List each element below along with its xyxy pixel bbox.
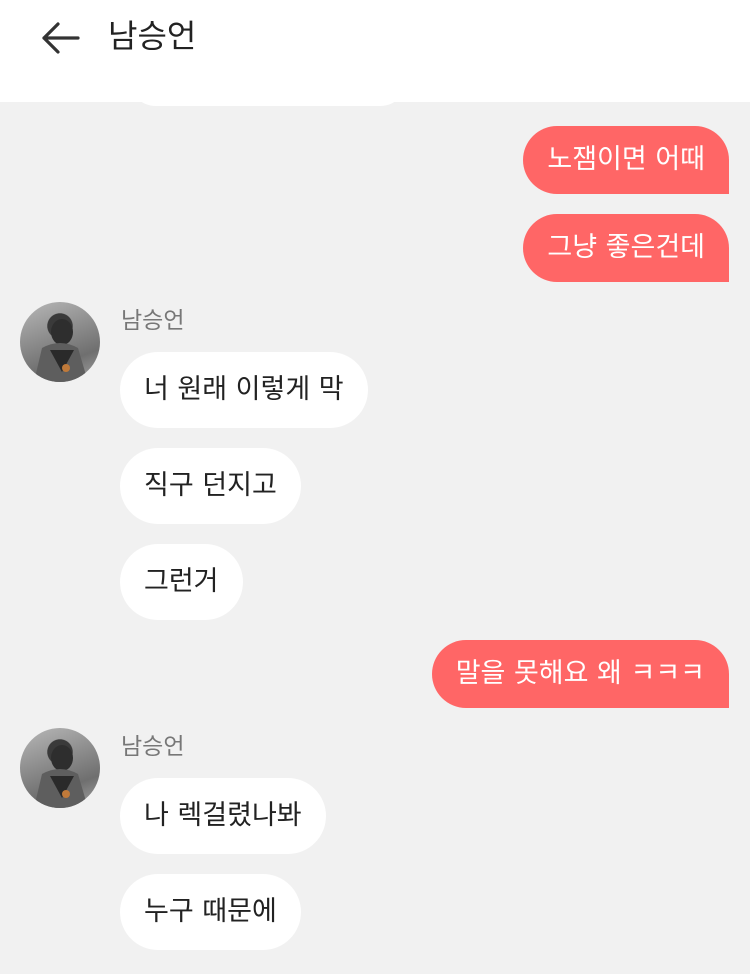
- sender-name: 남승언: [121, 734, 185, 760]
- arrow-left-icon: [42, 22, 80, 54]
- back-button[interactable]: [36, 18, 84, 58]
- incoming-message[interactable]: 누구 때문에: [120, 874, 301, 950]
- outgoing-message[interactable]: 그냥 좋은건데: [523, 214, 729, 282]
- incoming-message[interactable]: 너 원래 이렇게 막: [120, 352, 368, 428]
- incoming-message[interactable]: 그런거: [120, 544, 243, 620]
- chat-header: 남승언: [0, 0, 750, 102]
- outgoing-message[interactable]: 노잼이면 어때: [523, 126, 729, 194]
- avatar[interactable]: [20, 302, 100, 382]
- avatar[interactable]: [20, 728, 100, 808]
- sender-name: 남승언: [121, 308, 185, 334]
- profile-photo-icon: [34, 745, 88, 808]
- profile-photo-icon: [34, 319, 88, 382]
- incoming-message[interactable]: 직구 던지고: [120, 448, 301, 524]
- outgoing-message[interactable]: 말을 못해요 왜 ㅋㅋㅋ: [431, 640, 729, 708]
- page-title: 남승언: [108, 17, 197, 55]
- incoming-message[interactable]: 나 렉걸렸나봐: [120, 778, 326, 854]
